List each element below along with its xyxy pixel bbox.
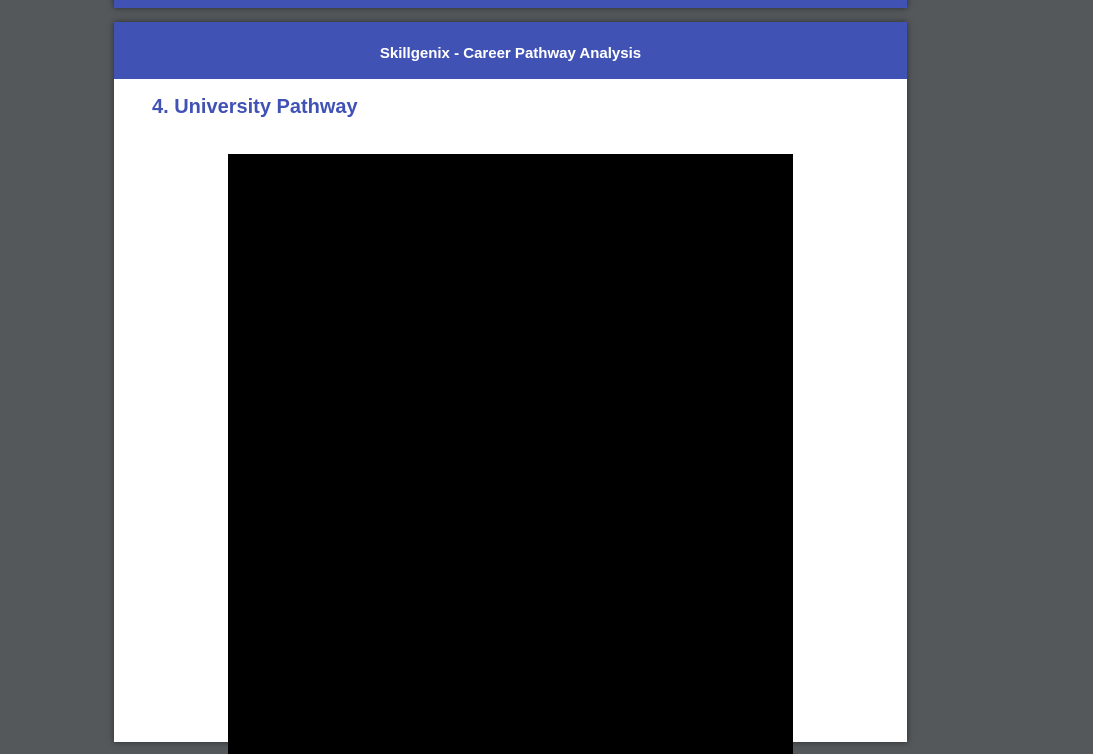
document-page: Skillgenix - Career Pathway Analysis 4. … (114, 22, 907, 754)
section-heading: 4. University Pathway (152, 96, 358, 118)
page-header: Skillgenix - Career Pathway Analysis (114, 22, 907, 79)
pathway-image (228, 154, 793, 754)
previous-page (114, 0, 907, 8)
header-title: Skillgenix - Career Pathway Analysis (379, 45, 642, 62)
